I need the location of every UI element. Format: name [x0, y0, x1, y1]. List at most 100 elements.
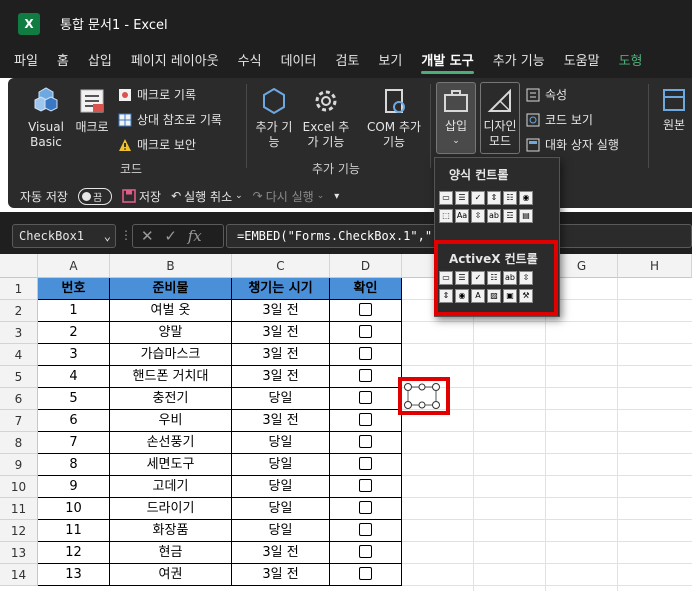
addins-button[interactable]: 추가 기능	[254, 86, 294, 150]
run-dialog-button[interactable]: 대화 상자 실행	[526, 136, 619, 153]
table-header-cell[interactable]: 확인	[330, 278, 402, 300]
tab-formulas[interactable]: 수식	[238, 46, 262, 78]
table-cell[interactable]: 13	[38, 564, 110, 586]
text-field-control-icon[interactable]: ab	[487, 209, 501, 223]
table-cell[interactable]: 11	[38, 520, 110, 542]
button-control-icon[interactable]: ▭	[439, 191, 453, 205]
tab-data[interactable]: 데이터	[281, 46, 317, 78]
table-cell[interactable]: 당일	[232, 454, 330, 476]
design-mode-button[interactable]: 디자인 모드	[480, 82, 520, 154]
record-macro-button[interactable]: 매크로 기록	[118, 86, 196, 103]
row-header[interactable]: 6	[0, 388, 38, 410]
check-cell[interactable]	[330, 498, 402, 520]
check-cell[interactable]	[330, 476, 402, 498]
autosave-toggle[interactable]: 끔	[77, 187, 112, 205]
row-header[interactable]: 14	[0, 564, 38, 586]
row-header[interactable]: 13	[0, 542, 38, 564]
table-cell[interactable]: 9	[38, 476, 110, 498]
row-header[interactable]: 5	[0, 366, 38, 388]
row-header[interactable]: 10	[0, 476, 38, 498]
column-header-b[interactable]: B	[110, 254, 232, 278]
name-box[interactable]: CheckBox1 ⌄	[12, 224, 116, 248]
row-header[interactable]: 9	[0, 454, 38, 476]
group-box-control-icon[interactable]: ⬚	[439, 209, 453, 223]
table-cell[interactable]: 3일 전	[232, 344, 330, 366]
table-cell[interactable]: 가습마스크	[110, 344, 232, 366]
visual-basic-button[interactable]: Visual Basic	[22, 86, 70, 150]
label-control-icon[interactable]: Aa	[455, 209, 469, 223]
table-cell[interactable]: 3일 전	[232, 366, 330, 388]
checkbox[interactable]	[359, 325, 372, 338]
table-cell[interactable]: 2	[38, 322, 110, 344]
insert-controls-button[interactable]: 삽입 ⌄	[436, 82, 476, 154]
checkbox[interactable]	[359, 501, 372, 514]
row-header[interactable]: 11	[0, 498, 38, 520]
table-cell[interactable]: 5	[38, 388, 110, 410]
table-cell[interactable]: 3일 전	[232, 300, 330, 322]
table-cell[interactable]: 여벌 옷	[110, 300, 232, 322]
table-cell[interactable]: 3	[38, 344, 110, 366]
tab-addins[interactable]: 추가 기능	[493, 46, 545, 78]
macro-security-button[interactable]: 매크로 보안	[118, 136, 196, 153]
table-header-cell[interactable]: 준비물	[110, 278, 232, 300]
table-cell[interactable]: 손선풍기	[110, 432, 232, 454]
tab-file[interactable]: 파일	[14, 46, 38, 78]
table-cell[interactable]: 당일	[232, 520, 330, 542]
column-header-c[interactable]: C	[232, 254, 330, 278]
table-cell[interactable]: 3일 전	[232, 322, 330, 344]
check-cell[interactable]	[330, 300, 402, 322]
table-cell[interactable]: 당일	[232, 388, 330, 410]
table-cell[interactable]: 10	[38, 498, 110, 520]
row-header[interactable]: 1	[0, 278, 38, 300]
table-cell[interactable]: 양말	[110, 322, 232, 344]
undo-button[interactable]: ↶ 실행 취소 ⌄	[171, 188, 243, 205]
spin-button-control-icon[interactable]: ⇕	[487, 191, 501, 205]
table-cell[interactable]: 12	[38, 542, 110, 564]
table-header-cell[interactable]: 번호	[38, 278, 110, 300]
check-cell[interactable]	[330, 388, 402, 410]
check-cell[interactable]	[330, 454, 402, 476]
table-cell[interactable]: 1	[38, 300, 110, 322]
checkbox[interactable]	[359, 413, 372, 426]
check-cell[interactable]	[330, 322, 402, 344]
customize-qat-icon[interactable]: ▾	[334, 191, 339, 202]
checkbox[interactable]	[359, 479, 372, 492]
tab-insert[interactable]: 삽입	[88, 46, 112, 78]
column-header-a[interactable]: A	[38, 254, 110, 278]
table-cell[interactable]: 우비	[110, 410, 232, 432]
tab-view[interactable]: 보기	[378, 46, 402, 78]
relative-reference-button[interactable]: 상대 참조로 기록	[118, 111, 222, 128]
row-header[interactable]: 2	[0, 300, 38, 322]
column-header-h[interactable]: H	[618, 254, 692, 278]
table-cell[interactable]: 핸드폰 거치대	[110, 366, 232, 388]
checkbox[interactable]	[359, 523, 372, 536]
combo-box-control-icon[interactable]: ☰	[455, 191, 469, 205]
tab-shape[interactable]: 도형	[619, 46, 643, 78]
combo-drop-down-edit-control-icon[interactable]: ▤	[519, 209, 533, 223]
table-cell[interactable]: 화장품	[110, 520, 232, 542]
column-header-d[interactable]: D	[330, 254, 402, 278]
row-header[interactable]: 4	[0, 344, 38, 366]
macros-button[interactable]: 매크로	[72, 86, 112, 135]
cancel-icon[interactable]: ✕	[141, 227, 154, 245]
save-button[interactable]: 저장	[122, 188, 161, 205]
scroll-bar-control-icon[interactable]: ⇳	[471, 209, 485, 223]
row-header[interactable]: 12	[0, 520, 38, 542]
combo-list-edit-control-icon[interactable]: ☲	[503, 209, 517, 223]
table-cell[interactable]: 3일 전	[232, 564, 330, 586]
checkbox[interactable]	[359, 369, 372, 382]
checkbox[interactable]	[359, 457, 372, 470]
com-addins-button[interactable]: COM 추가 기능	[364, 86, 424, 150]
table-cell[interactable]: 여권	[110, 564, 232, 586]
enter-icon[interactable]: ✓	[164, 227, 177, 245]
table-header-cell[interactable]: 챙기는 시기	[232, 278, 330, 300]
table-cell[interactable]: 당일	[232, 498, 330, 520]
check-cell[interactable]	[330, 432, 402, 454]
view-code-button[interactable]: 코드 보기	[526, 111, 593, 128]
redo-button[interactable]: ↷ 다시 실행 ⌄	[253, 188, 325, 205]
list-box-control-icon[interactable]: ☷	[503, 191, 517, 205]
option-button-control-icon[interactable]: ◉	[519, 191, 533, 205]
activex-checkbox-control[interactable]	[404, 383, 440, 409]
table-cell[interactable]: 4	[38, 366, 110, 388]
tab-help[interactable]: 도움말	[564, 46, 600, 78]
